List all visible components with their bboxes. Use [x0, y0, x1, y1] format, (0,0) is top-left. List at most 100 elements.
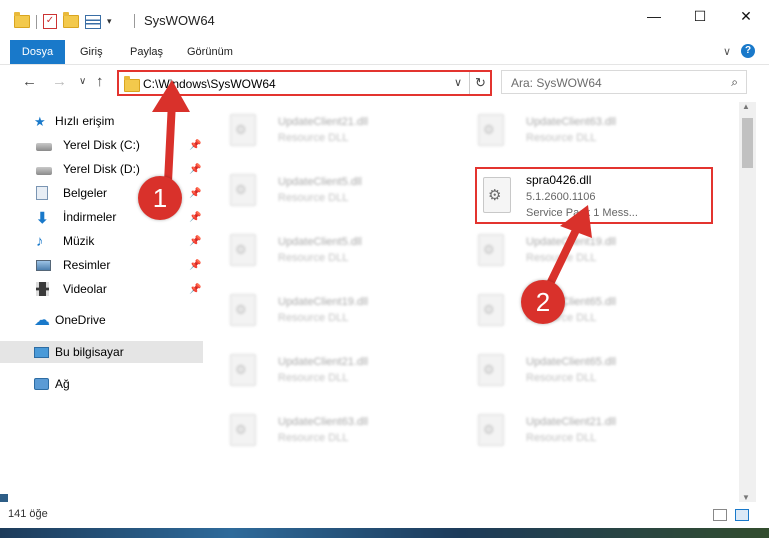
up-button[interactable]: ↑ [96, 73, 104, 90]
desktop-background-strip [0, 528, 769, 538]
dll-file-icon [230, 174, 256, 206]
pin-icon[interactable]: 📌 [189, 188, 201, 199]
drive-icon [36, 142, 52, 151]
tab-home[interactable]: Giriş [80, 40, 103, 64]
address-bar[interactable]: C:\Windows\SysWOW64 ∨ ↻ [117, 70, 492, 96]
address-dropdown-chevron-icon[interactable]: ∨ [454, 76, 462, 89]
file-name: UpdateClient63.dll [278, 416, 368, 428]
list-item[interactable]: UpdateClient19.dll Resource DLL [454, 222, 684, 272]
file-type: Resource DLL [526, 252, 597, 264]
file-name: UpdateClient5.dll [278, 176, 362, 188]
search-input[interactable]: Ara: SysWOW64 ⌕ [501, 70, 747, 94]
list-item[interactable]: UpdateClient5.dll Resource DLL [206, 162, 436, 212]
file-name: UpdateClient21.dll [526, 416, 616, 428]
file-list: UpdateClient21.dll Resource DLL UpdateCl… [206, 102, 739, 494]
address-row: ← → ∨ ↑ C:\Windows\SysWOW64 ∨ ↻ Ara: Sys… [0, 65, 769, 99]
sidebar-item-network[interactable]: Ağ [0, 373, 203, 395]
pin-icon[interactable]: 📌 [189, 236, 201, 247]
minimize-button[interactable]: — [631, 0, 677, 32]
network-icon [34, 378, 49, 390]
sidebar-item-local-disk-d[interactable]: Yerel Disk (D:) 📌 [0, 158, 203, 180]
file-type: Resource DLL [278, 252, 349, 264]
search-icon[interactable]: ⌕ [731, 75, 738, 90]
file-type: Resource DLL [526, 432, 597, 444]
pictures-icon [36, 260, 51, 271]
file-type: Resource DLL [278, 432, 349, 444]
vertical-scrollbar[interactable]: ▲ ▼ [739, 102, 756, 502]
dll-file-icon [230, 234, 256, 266]
details-view-icon[interactable] [713, 509, 727, 521]
window-controls: — ☐ ✕ [631, 0, 769, 32]
new-folder-icon[interactable] [63, 12, 79, 28]
folder-icon [14, 12, 30, 28]
tab-share[interactable]: Paylaş [130, 40, 163, 64]
back-button[interactable]: ← [22, 73, 37, 90]
list-item[interactable]: UpdateClient21.dll Resource DLL [454, 402, 684, 452]
sidebar-item-this-pc[interactable]: Bu bilgisayar [0, 341, 203, 363]
customize-toolbar-chevron-icon[interactable]: ▾ [107, 16, 112, 27]
status-bar: 141 öğe [0, 502, 769, 528]
list-item[interactable]: UpdateClient19.dll Resource DLL [206, 282, 436, 332]
file-type: Resource DLL [278, 192, 349, 204]
cloud-icon: ☁ [34, 312, 50, 329]
sidebar-item-videos[interactable]: Videolar 📌 [0, 278, 203, 300]
dll-file-icon [478, 114, 504, 146]
properties-icon[interactable] [85, 14, 101, 29]
item-count: 141 öğe [8, 508, 48, 520]
file-description: Service Pack 1 Mess... [526, 207, 638, 219]
pin-icon[interactable]: 📌 [189, 140, 201, 151]
list-item[interactable]: UpdateClient63.dll Resource DLL [454, 102, 684, 152]
tab-view[interactable]: Görünüm [187, 40, 233, 64]
music-icon: ♪ [36, 233, 44, 250]
large-icons-view-icon[interactable] [735, 509, 749, 521]
toolbar-separator [36, 14, 37, 29]
tab-file[interactable]: Dosya [10, 40, 65, 64]
search-placeholder: Ara: SysWOW64 [511, 76, 602, 90]
sidebar-item-local-disk-c[interactable]: Yerel Disk (C:) 📌 [0, 134, 203, 156]
sidebar-item-music[interactable]: ♪ Müzik 📌 [0, 230, 203, 252]
maximize-button[interactable]: ☐ [677, 0, 723, 32]
expand-ribbon-chevron-icon[interactable]: ∨ [723, 45, 731, 58]
scrollbar-thumb[interactable] [742, 118, 753, 168]
file-name: spra0426.dll [526, 173, 592, 187]
sidebar-item-quick-access[interactable]: ★ Hızlı erişim [0, 110, 203, 132]
sidebar-item-onedrive[interactable]: ☁ OneDrive [0, 309, 203, 331]
list-item[interactable]: UpdateClient65.dll Resource DLL [454, 342, 684, 392]
dll-file-icon [483, 177, 511, 213]
list-item[interactable]: UpdateClient5.dll Resource DLL [206, 222, 436, 272]
dll-file-icon [230, 114, 256, 146]
refresh-icon[interactable]: ↻ [469, 72, 491, 94]
pin-icon[interactable]: 📌 [189, 212, 201, 223]
file-type: Resource DLL [278, 132, 349, 144]
recent-locations-chevron-icon[interactable]: ∨ [79, 76, 86, 87]
scroll-up-arrow-icon[interactable]: ▲ [742, 102, 750, 111]
sidebar-item-label: Müzik [63, 234, 95, 248]
sidebar-item-label: Yerel Disk (C:) [63, 138, 140, 152]
close-button[interactable]: ✕ [723, 0, 769, 32]
sidebar-item-label: OneDrive [55, 313, 106, 327]
sidebar-item-pictures[interactable]: Resimler 📌 [0, 254, 203, 276]
file-type: Resource DLL [278, 372, 349, 384]
sidebar-item-label: Belgeler [63, 186, 108, 200]
quick-access-toolbar: ✓ ▾ [14, 12, 112, 29]
pin-icon[interactable]: 📌 [189, 260, 201, 271]
file-type: Resource DLL [526, 372, 597, 384]
properties-check-icon[interactable]: ✓ [43, 14, 57, 29]
pin-icon[interactable]: 📌 [189, 284, 201, 295]
list-item[interactable]: UpdateClient63.dll Resource DLL [206, 402, 436, 452]
sidebar-item-label: Yerel Disk (D:) [63, 162, 140, 176]
forward-button[interactable]: → [52, 73, 67, 90]
pin-icon[interactable]: 📌 [189, 164, 201, 175]
scroll-down-arrow-icon[interactable]: ▼ [742, 493, 750, 502]
dll-file-icon [478, 234, 504, 266]
list-item[interactable]: UpdateClient65.dll Resource DLL [454, 282, 684, 332]
step-2-badge: 2 [521, 280, 565, 324]
help-icon[interactable]: ? [741, 44, 755, 58]
sidebar-item-label: Hızlı erişim [55, 114, 115, 128]
sidebar-item-label: İndirmeler [63, 210, 117, 224]
list-item[interactable]: UpdateClient21.dll Resource DLL [206, 102, 436, 152]
dll-file-icon [478, 354, 504, 386]
highlighted-file-item[interactable]: spra0426.dll 5.1.2600.1106 Service Pack … [475, 167, 713, 224]
address-path[interactable]: C:\Windows\SysWOW64 [143, 77, 276, 91]
list-item[interactable]: UpdateClient21.dll Resource DLL [206, 342, 436, 392]
